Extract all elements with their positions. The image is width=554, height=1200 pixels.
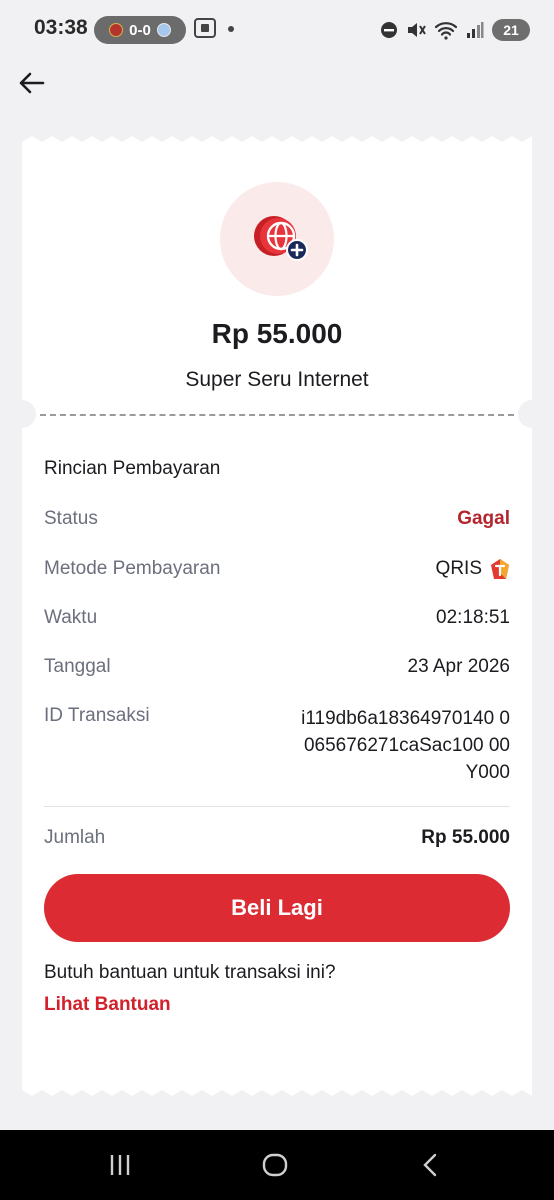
notification-dot [228,26,234,32]
total-value: Rp 55.000 [421,827,510,848]
transaction-id-row: ID Transaksi i119db6a18364970140 0065676… [44,705,510,786]
globe-plus-icon [254,216,308,261]
time-value: 02:18:51 [436,607,510,628]
total-label: Jumlah [44,827,106,848]
payment-method-row: Metode Pembayaran QRIS [44,558,510,580]
back-button[interactable] [14,66,48,100]
back-nav-button[interactable] [410,1150,450,1180]
home-button[interactable] [255,1150,295,1180]
dashed-divider [40,414,514,416]
wifi-icon [434,22,458,40]
product-name: Super Seru Internet [185,368,369,391]
team-badge-icon [156,23,171,37]
status-label: Status [44,508,98,529]
home-icon [262,1153,288,1177]
payment-method-label: Metode Pembayaran [44,558,221,579]
recent-apps-icon [110,1155,130,1175]
chevron-left-icon [423,1153,437,1177]
dnd-icon [381,22,397,38]
zigzag-edge [22,136,532,148]
score-text: 0-0 [129,21,151,39]
status-badge: Gagal [457,508,510,529]
screen-capture-icon [194,18,216,38]
signal-icon [467,22,484,38]
mute-icon [408,23,426,37]
status-bar: 03:38 0-0 21 [0,0,554,60]
purchase-amount: Rp 55.000 [211,318,343,349]
system-nav-bar [0,1130,554,1200]
team-badge-icon [109,23,124,37]
payment-method-text: QRIS [435,558,482,579]
date-value: 23 Apr 2026 [407,656,510,677]
battery-level: 21 [492,19,530,41]
ticket-notch-right [518,400,546,428]
telkomsel-logo-icon [491,559,509,579]
arrow-left-icon [19,72,45,94]
time-row: Waktu 02:18:51 [44,607,510,629]
score-pill: 0-0 [94,16,186,44]
status-time: 03:38 [34,16,88,39]
date-label: Tanggal [44,656,111,677]
payment-details-title: Rincian Pembayaran [44,458,221,479]
zigzag-edge [22,1084,532,1096]
time-label: Waktu [44,607,98,628]
view-help-link[interactable]: Lihat Bantuan [44,994,171,1016]
status-row: Status Gagal [44,508,510,530]
transaction-id-value: i119db6a18364970140 0065676271caSac100 0… [301,708,510,783]
ticket-notch-left [8,400,36,428]
status-icons: 21 [380,17,530,43]
section-divider [44,806,510,807]
total-row: Jumlah Rp 55.000 [44,827,510,849]
recent-apps-button[interactable] [100,1150,140,1180]
transaction-id-label: ID Transaksi [44,705,150,726]
date-row: Tanggal 23 Apr 2026 [44,656,510,678]
help-question: Butuh bantuan untuk transaksi ini? [44,962,336,983]
payment-method-value: QRIS [436,558,510,580]
buy-again-button[interactable]: Beli Lagi [44,874,510,942]
